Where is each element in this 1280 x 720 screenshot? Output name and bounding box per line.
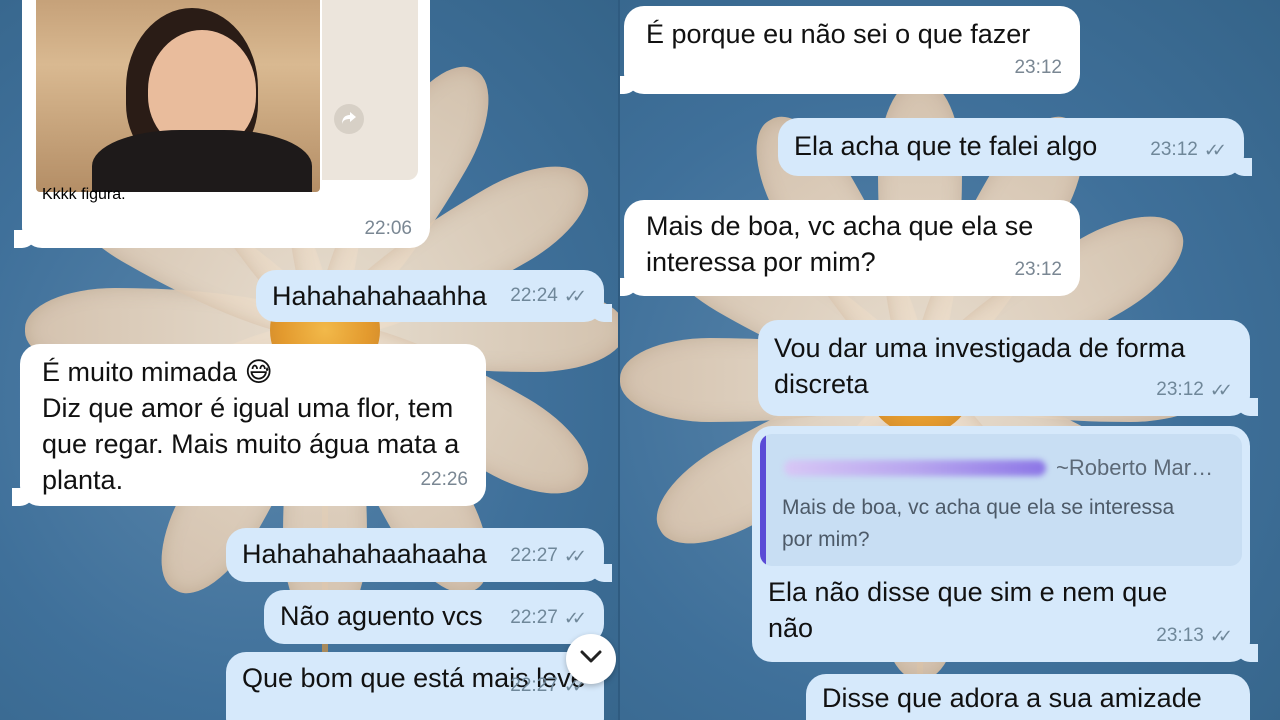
read-ticks-icon: ✓✓ bbox=[1209, 380, 1233, 400]
message-text: Vou dar uma investigada de forma discret… bbox=[774, 333, 1186, 399]
message-time: 23:12 bbox=[1014, 57, 1062, 78]
message-text: Hahahahahaahaaha bbox=[242, 539, 487, 569]
message-bubble-outgoing[interactable]: Hahahahahaahaaha 22:27 ✓✓ bbox=[226, 528, 612, 582]
read-ticks-icon: ✓✓ bbox=[563, 608, 587, 628]
message-text: Hahahahahaahha bbox=[272, 281, 487, 311]
message-bubble-incoming[interactable]: É porque eu não sei o que fazer 23:12 bbox=[620, 6, 1080, 94]
photo-caption-area bbox=[322, 0, 418, 180]
message-time: 22:06 bbox=[364, 218, 412, 239]
message-text: É muito mimada 😅 Diz que amor é igual um… bbox=[42, 357, 460, 495]
chat-panel-right: É porque eu não sei o que fazer 23:12 El… bbox=[620, 0, 1280, 720]
message-time: 22:27 bbox=[510, 607, 558, 628]
message-text: Não aguento vcs bbox=[280, 601, 483, 631]
message-text: Mais de boa, vc acha que ela se interess… bbox=[646, 211, 1034, 277]
message-text: Ela acha que te falei algo bbox=[794, 131, 1098, 161]
message-time: 22:27 bbox=[510, 545, 558, 566]
redacted-name bbox=[784, 460, 1046, 476]
message-bubble-outgoing[interactable]: Vou dar uma investigada de forma discret… bbox=[758, 320, 1258, 416]
quote-bar bbox=[760, 434, 766, 566]
message-text: Disse que adora a sua amizade bbox=[822, 683, 1202, 713]
message-bubble-incoming[interactable]: É muito mimada 😅 Diz que amor é igual um… bbox=[12, 344, 486, 506]
message-text: Ela não disse que sim e nem que não bbox=[768, 577, 1168, 643]
photo-message[interactable]: Kkkk figura. 22:06 bbox=[14, 0, 430, 248]
message-bubble-outgoing[interactable]: Ela acha que te falei algo 23:12 ✓✓ bbox=[778, 118, 1252, 176]
message-time: 22:26 bbox=[420, 469, 468, 490]
message-bubble-incoming[interactable]: Mais de boa, vc acha que ela se interess… bbox=[620, 200, 1080, 296]
message-bubble-outgoing-reply[interactable]: ~Roberto Mar… Mais de boa, vc acha que e… bbox=[752, 426, 1258, 662]
scroll-down-button[interactable] bbox=[566, 634, 616, 684]
quote-author: ~Roberto Mar… bbox=[1056, 455, 1214, 480]
chevron-down-icon bbox=[580, 650, 602, 663]
message-time: 23:12 bbox=[1150, 139, 1198, 160]
forward-icon[interactable] bbox=[334, 104, 364, 134]
quote-text: Mais de boa, vc acha que ela se interess… bbox=[782, 496, 1175, 551]
message-bubble-outgoing[interactable]: Que bom que está mais leve 22:27 ✓✓ bbox=[226, 652, 604, 720]
quoted-message[interactable]: ~Roberto Mar… Mais de boa, vc acha que e… bbox=[760, 434, 1242, 566]
message-time: 23:12 bbox=[1156, 379, 1204, 400]
read-ticks-icon: ✓✓ bbox=[563, 286, 587, 306]
message-bubble-outgoing[interactable]: Disse que adora a sua amizade bbox=[806, 674, 1250, 720]
read-ticks-icon: ✓✓ bbox=[1209, 626, 1233, 646]
message-time: 22:27 bbox=[510, 675, 558, 696]
message-bubble-outgoing[interactable]: Não aguento vcs 22:27 ✓✓ bbox=[264, 590, 604, 644]
chat-panel-left: Kkkk figura. 22:06 Hahahahahaahha 22:24 ✓… bbox=[0, 0, 620, 720]
read-ticks-icon: ✓✓ bbox=[563, 546, 587, 566]
shared-photo[interactable] bbox=[36, 0, 320, 192]
message-time: 23:12 bbox=[1014, 259, 1062, 280]
message-time: 23:13 bbox=[1156, 625, 1204, 646]
message-text: É porque eu não sei o que fazer bbox=[646, 19, 1031, 49]
read-ticks-icon: ✓✓ bbox=[1203, 140, 1227, 160]
message-bubble-outgoing[interactable]: Hahahahahaahha 22:24 ✓✓ bbox=[256, 270, 612, 322]
message-time: 22:24 bbox=[510, 285, 558, 306]
message-text: Kkkk figura. bbox=[42, 186, 126, 203]
